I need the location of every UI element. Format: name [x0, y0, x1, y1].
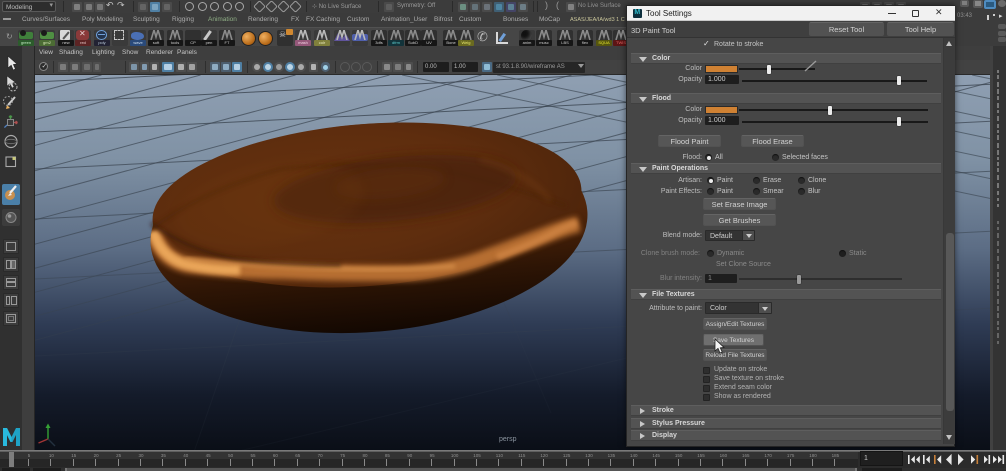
svg-text:persp: persp — [499, 436, 517, 443]
